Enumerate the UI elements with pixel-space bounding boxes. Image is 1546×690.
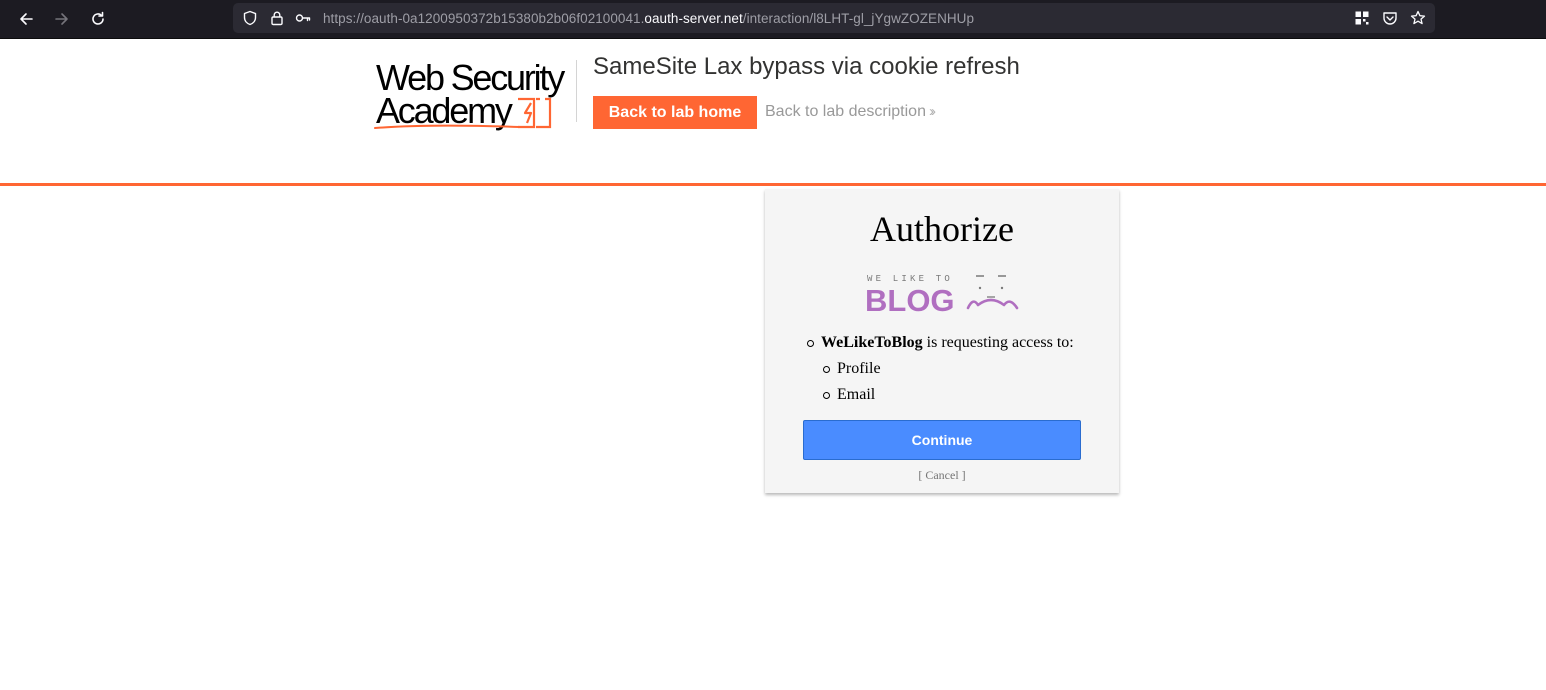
url-path: /interaction/l8LHT-gl_jYgwZOZENHUp (742, 11, 975, 26)
double-chevron-right-icon: ›› (928, 103, 936, 120)
web-security-academy-logo[interactable]: Web Security Academy (374, 56, 574, 132)
scope-item-email: Email (837, 386, 876, 403)
back-icon[interactable] (13, 6, 39, 32)
pocket-icon[interactable] (1382, 10, 1398, 26)
continue-button[interactable]: Continue (803, 420, 1081, 460)
list-bullet (823, 392, 830, 399)
authorize-card: Authorize WE LIKE TO BLOG WeLikeToBlog i… (765, 189, 1119, 493)
back-to-lab-description-link[interactable]: Back to lab description ›› (765, 103, 936, 121)
list-bullet (823, 366, 830, 373)
request-text: is requesting access to: (922, 334, 1074, 351)
back-to-lab-description-label: Back to lab description (765, 103, 926, 120)
authorize-title: Authorize (870, 209, 1014, 249)
client-name: WeLikeToBlog (821, 334, 923, 351)
back-to-lab-home-button[interactable]: Back to lab home (593, 96, 757, 129)
blog-logo-big-text: BLOG (865, 283, 955, 315)
url-text[interactable]: https://oauth-0a1200950372b15380b2b06f02… (323, 11, 974, 26)
star-icon[interactable] (1410, 10, 1426, 26)
header-divider (576, 60, 577, 122)
url-prefix: https://oauth-0a1200950372b15380b2b06f02… (323, 11, 645, 26)
smiley-face-icon (966, 275, 1019, 310)
lab-title: SameSite Lax bypass via cookie refresh (593, 53, 1020, 80)
reload-icon[interactable] (85, 6, 111, 32)
qr-code-icon[interactable] (1354, 10, 1370, 26)
forward-icon[interactable] (49, 6, 75, 32)
cancel-link[interactable]: [ Cancel ] (765, 468, 1119, 483)
header-rule (0, 183, 1546, 186)
client-request-item: WeLikeToBlog is requesting access to: (821, 334, 1074, 352)
lock-icon[interactable] (269, 10, 285, 26)
key-icon[interactable] (295, 10, 311, 26)
scope-item-profile: Profile (837, 360, 881, 377)
browser-toolbar: https://oauth-0a1200950372b15380b2b06f02… (0, 0, 1546, 39)
shield-icon[interactable] (242, 10, 258, 26)
we-like-to-blog-logo: WE LIKE TO BLOG (865, 274, 1019, 315)
address-bar[interactable]: https://oauth-0a1200950372b15380b2b06f02… (233, 3, 1435, 33)
list-bullet (807, 340, 814, 347)
logo-underline-swoosh (374, 124, 521, 129)
url-domain: oauth-server.net (644, 11, 743, 26)
